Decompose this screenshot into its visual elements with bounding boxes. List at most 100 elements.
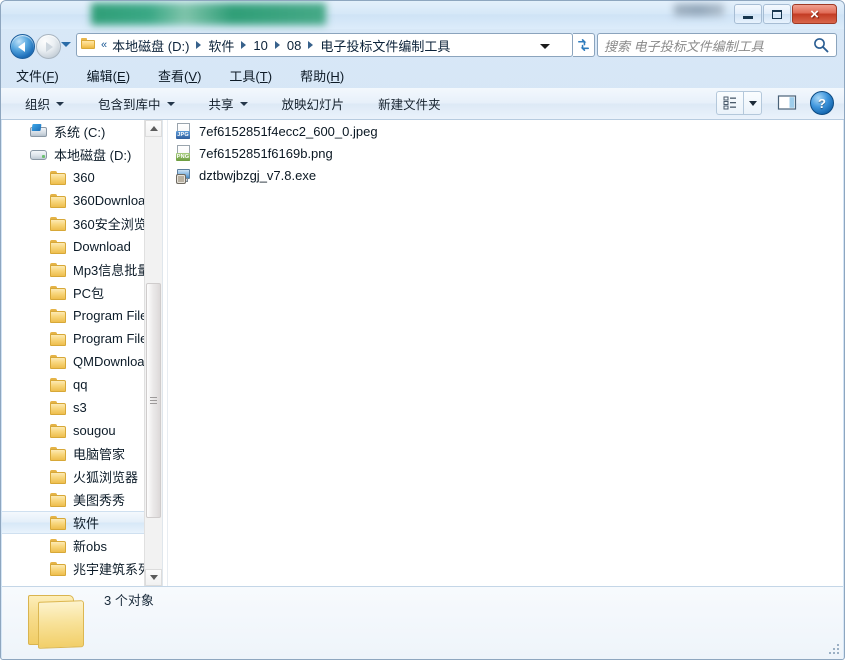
sidebar-item-download[interactable]: Download xyxy=(2,235,162,258)
sidebar-item-pc-manager[interactable]: 电脑管家 xyxy=(2,442,162,465)
preview-pane-button[interactable] xyxy=(774,91,800,115)
scroll-down-icon xyxy=(149,575,158,580)
navigation-tree: 系统 (C:) 本地磁盘 (D:) 360 360Downloads 360安全… xyxy=(2,120,162,580)
toolbar-organize-button[interactable]: 组织 xyxy=(21,91,68,116)
sidebar-item-system-c[interactable]: 系统 (C:) xyxy=(2,120,162,143)
toolbar-include-in-library-button[interactable]: 包含到库中 xyxy=(94,91,179,116)
chevron-down-icon xyxy=(166,101,175,106)
sidebar-item-sougou[interactable]: sougou xyxy=(2,419,162,442)
sidebar-item-360downloads[interactable]: 360Downloads xyxy=(2,189,162,212)
search-input[interactable]: 搜索 电子投标文件编制工具 xyxy=(604,36,812,55)
recent-locations-icon[interactable] xyxy=(61,42,71,47)
chevron-down-icon[interactable] xyxy=(540,44,550,49)
change-view-button[interactable] xyxy=(716,91,743,115)
address-bar[interactable]: « 本地磁盘 (D:) 软件 10 08 电子投标文件编制工具 xyxy=(76,33,573,57)
sidebar-item-qq[interactable]: qq xyxy=(2,373,162,396)
help-button[interactable]: ? xyxy=(810,91,834,115)
sidebar-item-label: 软件 xyxy=(73,516,100,531)
folder-icon xyxy=(50,331,67,346)
folder-icon xyxy=(50,308,67,323)
breadcrumb-separator-icon[interactable] xyxy=(241,41,247,49)
arrow-left-icon xyxy=(18,41,25,52)
arrow-right-icon xyxy=(46,41,53,52)
breadcrumb-item-3[interactable]: 08 xyxy=(285,37,303,54)
maximize-button[interactable] xyxy=(763,4,791,24)
breadcrumb-item-0[interactable]: 本地磁盘 (D:) xyxy=(110,35,191,56)
content-area: 系统 (C:) 本地磁盘 (D:) 360 360Downloads 360安全… xyxy=(2,120,843,586)
breadcrumb-separator-icon[interactable] xyxy=(274,41,280,49)
sidebar-item-label: 美图秀秀 xyxy=(73,493,126,508)
sidebar-item-label: sougou xyxy=(73,423,116,438)
sidebar-item-360[interactable]: 360 xyxy=(2,166,162,189)
menu-item-edit[interactable]: 编辑(E) xyxy=(84,64,133,87)
menu-accel: T xyxy=(259,68,268,84)
forward-button[interactable] xyxy=(36,34,61,59)
breadcrumb-separator-icon[interactable] xyxy=(196,41,202,49)
breadcrumb-overflow-icon[interactable]: « xyxy=(101,39,107,51)
folder-icon xyxy=(50,423,67,438)
search-icon[interactable] xyxy=(812,36,830,54)
breadcrumb-item-1[interactable]: 软件 xyxy=(206,35,236,56)
sidebar-item-s3[interactable]: s3 xyxy=(2,396,162,419)
close-button[interactable]: × xyxy=(792,4,837,24)
menu-item-tools[interactable]: 工具(T) xyxy=(226,64,275,87)
resize-grip-icon[interactable] xyxy=(829,644,841,656)
change-view-dropdown-button[interactable] xyxy=(743,91,762,115)
file-list-pane[interactable]: JPG 7ef6152851f4ecc2_600_0.jpeg PNG 7ef6… xyxy=(168,120,843,586)
menu-label: 帮助 xyxy=(300,68,327,84)
sidebar-item-local-disk-d[interactable]: 本地磁盘 (D:) xyxy=(2,143,162,166)
file-list-item[interactable]: PNG 7ef6152851f6169b.png xyxy=(168,142,843,164)
sidebar-item-label: 火狐浏览器 xyxy=(73,470,139,485)
sidebar-item-pc-pack[interactable]: PC包 xyxy=(2,281,162,304)
sidebar-item-program-files[interactable]: Program Files xyxy=(2,304,162,327)
help-icon: ? xyxy=(818,95,826,111)
folder-icon xyxy=(50,193,67,208)
menu-item-view[interactable]: 查看(V) xyxy=(155,64,204,87)
folder-icon xyxy=(50,446,67,461)
scrollbar-thumb[interactable] xyxy=(146,283,161,518)
scrollbar-grip-icon xyxy=(150,396,157,405)
folder-icon xyxy=(50,492,67,507)
menu-item-file[interactable]: 文件(F) xyxy=(13,64,62,87)
sidebar-item-firefox[interactable]: 火狐浏览器 xyxy=(2,465,162,488)
toolbar-new-folder-button[interactable]: 新建文件夹 xyxy=(374,91,445,116)
breadcrumb-separator-icon[interactable] xyxy=(308,41,314,49)
file-list-item[interactable]: dztbwjbzgj_v7.8.exe xyxy=(168,164,843,186)
breadcrumb-item-2[interactable]: 10 xyxy=(251,37,269,54)
back-button[interactable] xyxy=(10,34,35,59)
navigation-pane-scrollbar[interactable] xyxy=(144,120,162,586)
exe-file-icon xyxy=(176,167,193,184)
sidebar-item-meitu[interactable]: 美图秀秀 xyxy=(2,488,162,511)
menu-accel: E xyxy=(117,68,126,84)
refresh-button[interactable] xyxy=(573,33,595,57)
breadcrumb-item-4[interactable]: 电子投标文件编制工具 xyxy=(318,35,452,56)
window-title-redacted xyxy=(91,3,326,25)
sidebar-item-program-files-x86[interactable]: Program Files (x86) xyxy=(2,327,162,350)
sidebar-item-new-obs[interactable]: 新obs xyxy=(2,534,162,557)
sidebar-item-label: 本地磁盘 (D:) xyxy=(54,148,132,163)
sidebar-item-qmdownload[interactable]: QMDownload xyxy=(2,350,162,373)
toolbar-share-button[interactable]: 共享 xyxy=(205,91,252,116)
file-name: 7ef6152851f4ecc2_600_0.jpeg xyxy=(199,123,378,139)
toolbar-slideshow-button[interactable]: 放映幻灯片 xyxy=(278,91,349,116)
sidebar-item-zhaoyu-construction[interactable]: 兆宇建筑系列软件 xyxy=(2,557,162,580)
preview-pane-icon xyxy=(777,95,797,110)
sidebar-item-360-browser-downloads[interactable]: 360安全浏览器下载 xyxy=(2,212,162,235)
sidebar-item-mp3-batch[interactable]: Mp3信息批量修改 xyxy=(2,258,162,281)
folder-icon xyxy=(50,239,67,254)
navigation-pane[interactable]: 系统 (C:) 本地磁盘 (D:) 360 360Downloads 360安全… xyxy=(2,120,162,586)
scroll-down-button[interactable] xyxy=(145,569,162,586)
minimize-icon xyxy=(743,15,753,19)
file-list-item[interactable]: JPG 7ef6152851f4ecc2_600_0.jpeg xyxy=(168,120,843,142)
title-bar[interactable]: × xyxy=(1,1,844,29)
scroll-up-button[interactable] xyxy=(145,120,162,137)
sidebar-item-software[interactable]: 软件 xyxy=(2,511,162,534)
status-item-count: 3 个对象 xyxy=(104,593,154,608)
sidebar-item-label: PC包 xyxy=(73,286,105,301)
menu-item-help[interactable]: 帮助(H) xyxy=(297,64,347,87)
gear-icon xyxy=(176,173,186,184)
folder-icon xyxy=(50,469,67,484)
search-box[interactable]: 搜索 电子投标文件编制工具 xyxy=(597,33,837,57)
minimize-button[interactable] xyxy=(734,4,762,24)
folder-icon xyxy=(81,36,96,54)
